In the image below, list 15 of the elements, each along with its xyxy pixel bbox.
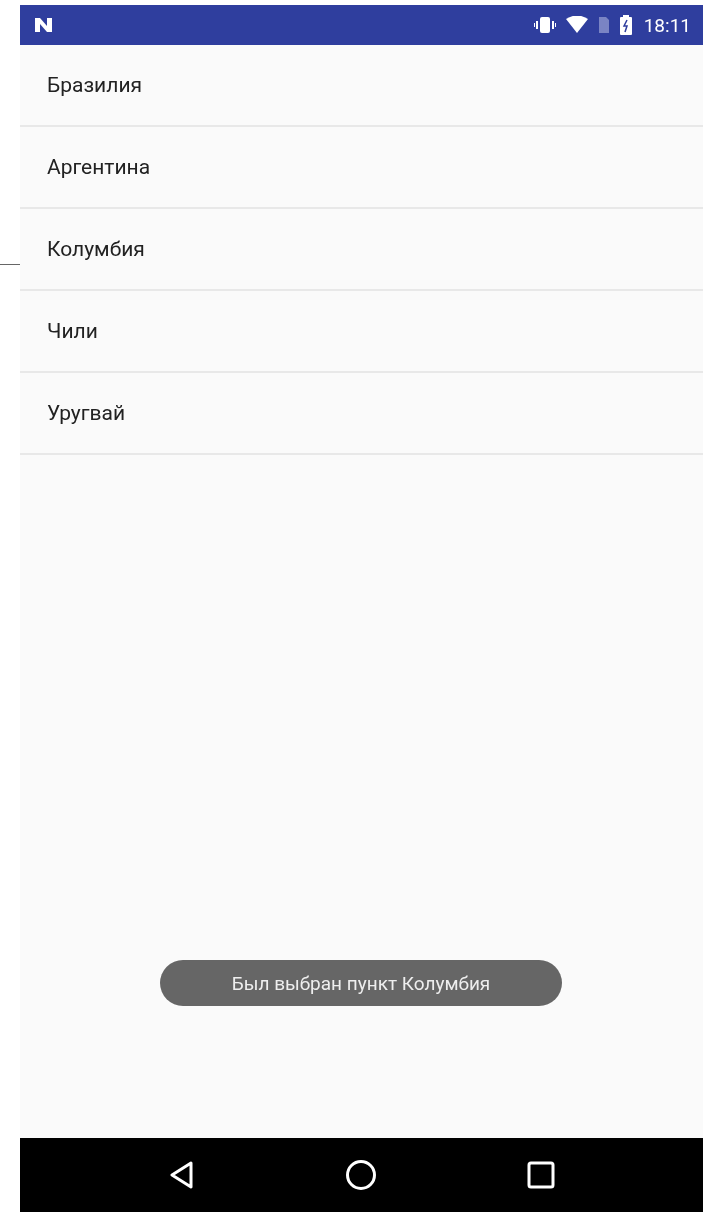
toast-message: Был выбран пункт Колумбия (160, 960, 562, 1006)
list-item[interactable]: Аргентина (20, 127, 703, 209)
back-icon[interactable] (168, 1161, 195, 1189)
vibrate-icon (533, 16, 556, 34)
list-item[interactable]: Чили (20, 291, 703, 373)
home-icon[interactable] (344, 1159, 377, 1191)
list-item[interactable]: Бразилия (20, 45, 703, 127)
wifi-icon (565, 16, 588, 34)
notification-icon (34, 17, 54, 33)
status-time: 18:11 (643, 13, 691, 37)
battery-icon (619, 15, 632, 35)
no-sim-icon (597, 16, 610, 34)
recents-icon[interactable] (526, 1161, 555, 1189)
list-item[interactable]: Колумбия (20, 209, 703, 291)
list-item[interactable]: Уругвай (20, 373, 703, 455)
